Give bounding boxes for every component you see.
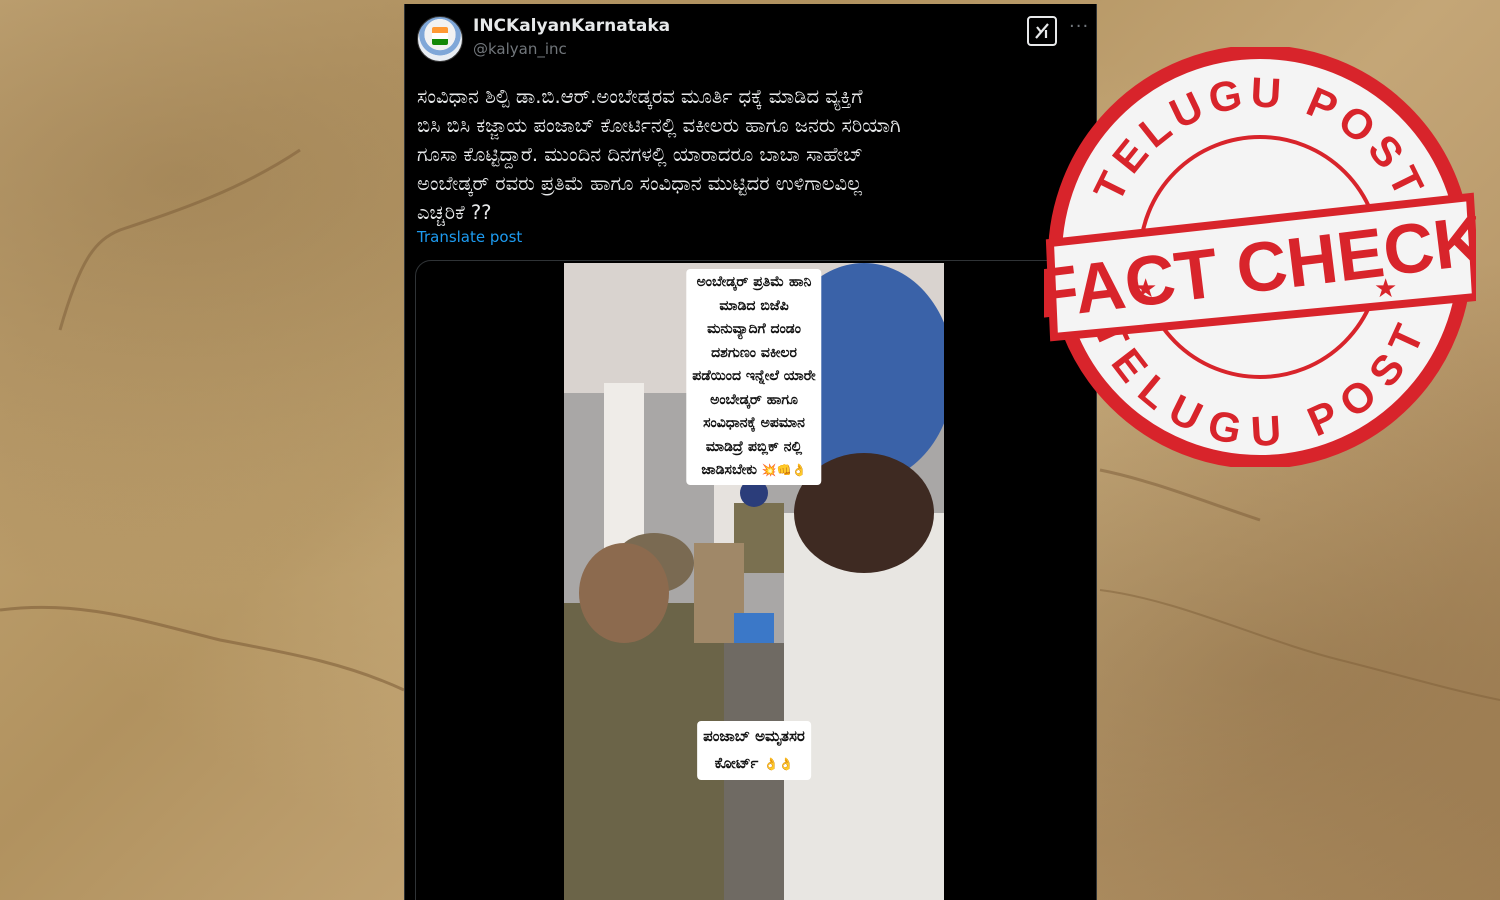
caption-bottom-emoji: 👌👌 — [763, 757, 794, 771]
translate-post-link[interactable]: Translate post — [417, 228, 522, 246]
tweet-text: ಸಂವಿಧಾನ ಶಿಲ್ಪಿ ಡಾ.ಬಿ.ಆರ್.ಅಂಬೇಡ್ಕರವ ಮೂರ್ತ… — [417, 85, 901, 224]
grok-icon[interactable] — [1027, 16, 1057, 46]
avatar[interactable] — [417, 16, 463, 62]
flag-icon — [432, 27, 448, 45]
tweet-media[interactable]: ಅಂಬೇಡ್ಕರ್ ಪ್ರತಿಮೆ ಹಾನಿ ಮಾಡಿದ ಬಿಜೆಪಿ ಮನುವ… — [415, 260, 1096, 900]
tweet-card[interactable]: INCKalyanKarnataka @kalyan_inc ··· ಸಂವಿಧ… — [404, 4, 1097, 900]
video-caption-bottom: ಪಂಜಾಬ್ ಅಮೃತಸರ ಕೋರ್ಟ್ 👌👌 — [697, 721, 811, 780]
video-frame[interactable]: ಅಂಬೇಡ್ಕರ್ ಪ್ರತಿಮೆ ಹಾನಿ ಮಾಡಿದ ಬಿಜೆಪಿ ಮನುವ… — [564, 263, 944, 900]
grok-glyph — [1035, 23, 1049, 39]
caption-top-emoji: 💥👊👌 — [761, 463, 807, 477]
more-options-icon[interactable]: ··· — [1069, 16, 1089, 37]
star-icon: ★ — [1134, 274, 1157, 304]
video-caption-top: ಅಂಬೇಡ್ಕರ್ ಪ್ರತಿಮೆ ಹಾನಿ ಮಾಡಿದ ಬಿಜೆಪಿ ಮನುವ… — [686, 269, 822, 485]
display-name[interactable]: INCKalyanKarnataka — [473, 16, 670, 36]
star-icon: ★ — [1374, 274, 1397, 304]
caption-top-text: ಅಂಬೇಡ್ಕರ್ ಪ್ರತಿಮೆ ಹಾನಿ ಮಾಡಿದ ಬಿಜೆಪಿ ಮನುವ… — [692, 274, 816, 478]
user-handle[interactable]: @kalyan_inc — [473, 40, 567, 58]
fact-check-stamp: TELUGU POST TELUGU POST FACT CHECK ★ ★ — [1044, 47, 1476, 467]
